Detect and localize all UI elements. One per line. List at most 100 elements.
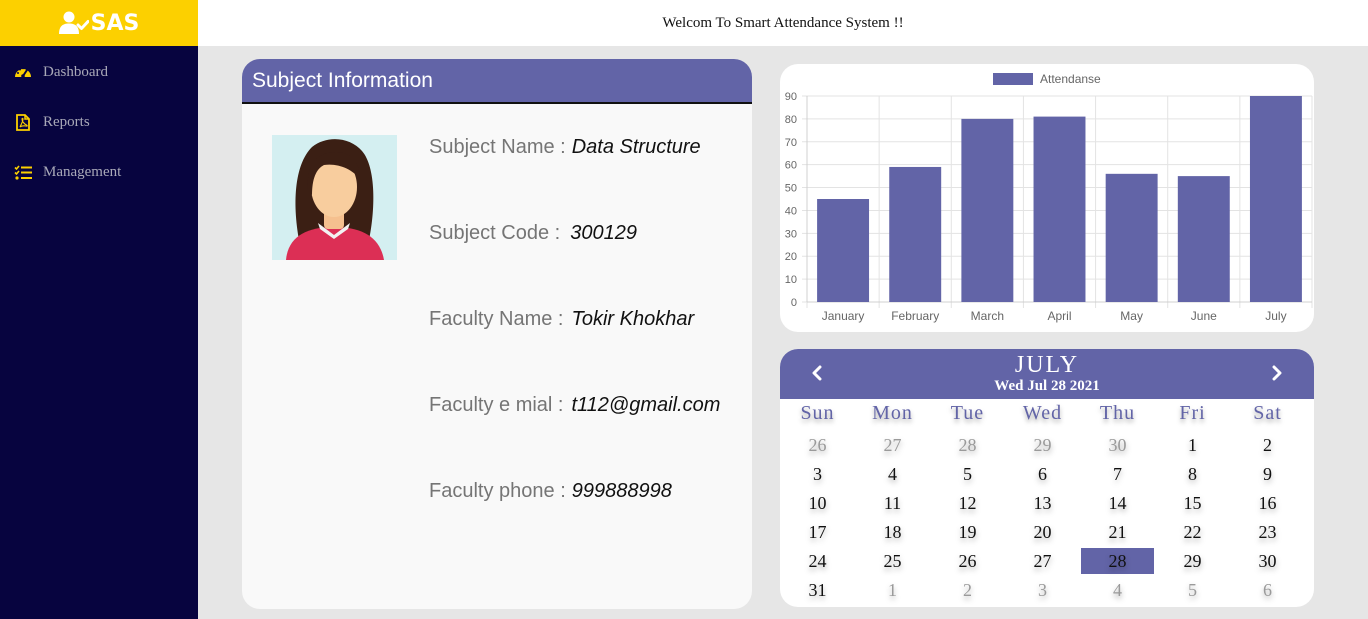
x-tick-label: July	[1265, 309, 1286, 323]
bar-may	[1105, 173, 1158, 302]
legend-label: Attendanse	[1040, 72, 1101, 86]
subject-code-value: 300129	[570, 222, 637, 244]
calendar-day[interactable]: 5	[1155, 577, 1230, 603]
calendar-day[interactable]: 30	[1230, 548, 1305, 574]
calendar-day[interactable]: 14	[1080, 490, 1155, 516]
calendar-day[interactable]: 30	[1080, 432, 1155, 458]
calendar-next-button[interactable]	[1266, 362, 1288, 384]
calendar-current-date: Wed Jul 28 2021	[994, 378, 1100, 394]
calendar-day[interactable]: 27	[855, 432, 930, 458]
x-tick-label: May	[1120, 309, 1143, 323]
calendar-day[interactable]: 5	[930, 461, 1005, 487]
subject-name-row: Subject Name : Data Structure	[429, 136, 701, 159]
attendance-chart-card: 0 10 20 30 40 50 60 70 80 90 January February March A…	[780, 64, 1314, 332]
y-tick-label: 70	[785, 137, 797, 149]
calendar-day[interactable]: 1	[1155, 432, 1230, 458]
sidebar-item-management[interactable]: Management	[0, 147, 198, 197]
calendar-day[interactable]: 6	[1005, 461, 1080, 487]
faculty-avatar	[272, 135, 397, 260]
calendar-week-row: 17 18 19 20 21 22 23	[780, 519, 1314, 545]
calendar-day[interactable]: 3	[780, 461, 855, 487]
calendar-week-row: 31 1 2 3 4 5 6	[780, 577, 1314, 603]
calendar-day[interactable]: 9	[1230, 461, 1305, 487]
bar-july	[1249, 96, 1302, 302]
faculty-name-row: Faculty Name : Tokir Khokhar	[429, 308, 694, 331]
welcome-message: Welcom To Smart Attendance System !!	[662, 14, 904, 31]
sidebar-item-dashboard[interactable]: Dashboard	[0, 47, 198, 97]
calendar-day[interactable]: 10	[780, 490, 855, 516]
sidebar: SAS Dashboard Reports Management	[0, 0, 198, 619]
calendar-day-selected[interactable]: 28	[1081, 548, 1154, 574]
weekday-label: Wed	[1022, 402, 1063, 424]
sidebar-item-reports[interactable]: Reports	[0, 97, 198, 147]
y-tick-label: 50	[785, 183, 797, 195]
calendar-day[interactable]: 7	[1080, 461, 1155, 487]
calendar-day[interactable]: 11	[855, 490, 930, 516]
x-tick-label: June	[1191, 309, 1217, 323]
calendar-day[interactable]: 6	[1230, 577, 1305, 603]
faculty-phone-label: Faculty phone :	[429, 480, 566, 502]
y-tick-label: 40	[785, 205, 797, 217]
y-tick-label: 30	[785, 228, 797, 240]
calendar-widget: JULY Wed Jul 28 2021 Sun Mon Tue Wed Thu Fri S…	[780, 349, 1314, 607]
calendar-week-row: 26 27 28 29 30 1 2	[780, 432, 1314, 458]
calendar-day[interactable]: 26	[780, 432, 855, 458]
subject-info-title: Subject Information	[252, 68, 433, 92]
calendar-day[interactable]: 26	[930, 548, 1005, 574]
weekday-label: Fri	[1179, 402, 1206, 424]
calendar-week-row: 10 11 12 13 14 15 16	[780, 490, 1314, 516]
bar-april	[1033, 116, 1086, 302]
calendar-weekday-row: Sun Mon Tue Wed Thu Fri Sat	[780, 402, 1314, 428]
calendar-day[interactable]: 24	[780, 548, 855, 574]
calendar-day[interactable]: 28	[930, 432, 1005, 458]
subject-code-row: Subject Code : 300129	[429, 222, 637, 245]
calendar-day[interactable]: 25	[855, 548, 930, 574]
calendar-day[interactable]: 27	[1005, 548, 1080, 574]
calendar-day[interactable]: 2	[1230, 432, 1305, 458]
y-tick-label: 80	[785, 114, 797, 126]
subject-code-label: Subject Code :	[429, 222, 561, 244]
calendar-day[interactable]: 16	[1230, 490, 1305, 516]
calendar-day[interactable]: 8	[1155, 461, 1230, 487]
calendar-day[interactable]: 13	[1005, 490, 1080, 516]
brand-logo[interactable]: SAS	[0, 0, 198, 46]
calendar-day[interactable]: 12	[930, 490, 1005, 516]
y-tick-label: 10	[785, 274, 797, 286]
calendar-week-row: 3456789	[780, 461, 1314, 487]
brand-name: SAS	[90, 10, 140, 36]
chevron-right-icon	[1272, 365, 1282, 381]
calendar-day[interactable]: 2	[930, 577, 1005, 603]
calendar-day[interactable]: 4	[1080, 577, 1155, 603]
calendar-day[interactable]: 29	[1005, 432, 1080, 458]
calendar-day[interactable]: 22	[1155, 519, 1230, 545]
calendar-month: JULY	[1014, 352, 1080, 378]
calendar-day[interactable]: 20	[1005, 519, 1080, 545]
calendar-day[interactable]: 4	[855, 461, 930, 487]
calendar-day[interactable]: 29	[1155, 548, 1230, 574]
calendar-day[interactable]: 23	[1230, 519, 1305, 545]
calendar-day[interactable]: 18	[855, 519, 930, 545]
faculty-email-row: Faculty e mial : t112@gmail.com	[429, 394, 720, 417]
calendar-day[interactable]: 17	[780, 519, 855, 545]
bar-june	[1177, 176, 1230, 302]
bar-january	[817, 199, 870, 302]
subject-name-value: Data Structure	[571, 136, 701, 158]
weekday-label: Mon	[872, 402, 913, 424]
user-check-icon	[58, 11, 89, 34]
x-tick-label: February	[891, 309, 939, 323]
calendar-day[interactable]: 1	[855, 577, 930, 603]
calendar-day[interactable]: 15	[1155, 490, 1230, 516]
legend-swatch	[993, 73, 1033, 85]
tachometer-icon	[14, 63, 32, 81]
subject-info-header: Subject Information	[242, 59, 752, 104]
sidebar-item-label: Dashboard	[43, 63, 108, 80]
tasks-list-icon	[14, 163, 32, 181]
calendar-day[interactable]: 3	[1005, 577, 1080, 603]
calendar-prev-button[interactable]	[806, 362, 828, 384]
faculty-name-label: Faculty Name :	[429, 308, 564, 330]
calendar-day[interactable]: 21	[1080, 519, 1155, 545]
x-tick-label: April	[1047, 309, 1071, 323]
calendar-day[interactable]: 19	[930, 519, 1005, 545]
calendar-day[interactable]: 31	[780, 577, 855, 603]
weekday-label: Sun	[800, 402, 835, 424]
